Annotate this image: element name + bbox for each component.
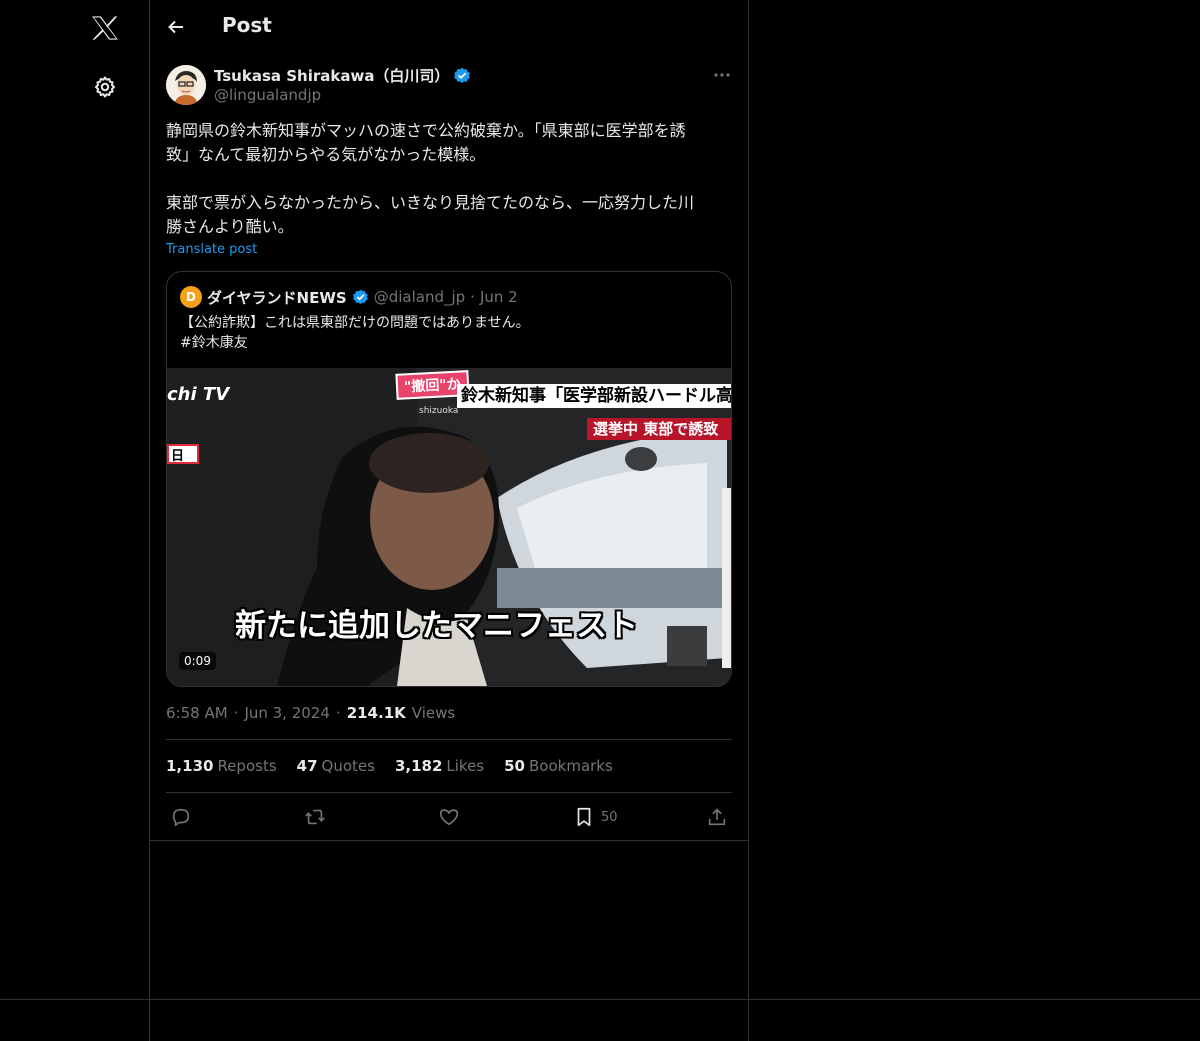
share-icon	[708, 808, 726, 826]
post-text-line: 致」なんて最初からやる気がなかった模様。	[166, 145, 486, 164]
post-text-line: 東部で票が入らなかったから、いきなり見捨てたのなら、一応努力した川	[166, 193, 695, 212]
like-button[interactable]	[438, 804, 460, 830]
reply-button[interactable]	[170, 804, 192, 830]
quoted-post-date[interactable]: Jun 2	[480, 288, 518, 306]
post-meta: 6:58 AM · Jun 3, 2024 · 214.1K Views	[166, 704, 455, 722]
banner-main: 鈴木新知事「医学部新設ハードル高	[457, 384, 731, 408]
quoted-post-header: D ダイヤランドNEWS @dialand_jp · Jun 2	[180, 286, 518, 308]
reposts-stat[interactable]: 1,130 Reposts	[166, 757, 277, 775]
likes-stat[interactable]: 3,182 Likes	[395, 757, 484, 775]
left-column-border	[149, 0, 150, 1041]
quoted-text-line: 【公約詐欺】これは県東部だけの問題ではありません。	[180, 315, 530, 331]
more-options-button[interactable]	[708, 64, 736, 86]
share-button[interactable]	[706, 804, 728, 830]
divider	[150, 840, 748, 841]
author-name[interactable]: Tsukasa Shirakawa（白川司）	[214, 65, 449, 86]
repost-icon	[305, 809, 325, 825]
back-button[interactable]	[162, 13, 190, 41]
divider	[166, 739, 732, 740]
post-time[interactable]: 6:58 AM	[166, 704, 228, 722]
separator-dot: ·	[470, 288, 475, 306]
views-label: Views	[411, 704, 456, 722]
quotes-stat[interactable]: 47 Quotes	[297, 757, 375, 775]
avatar[interactable]	[166, 65, 206, 105]
separator-dot: ·	[335, 704, 341, 722]
author-name-row[interactable]: Tsukasa Shirakawa（白川司）	[214, 65, 471, 86]
post-date[interactable]: Jun 3, 2024	[244, 704, 329, 722]
quoted-author-handle[interactable]: @dialand_jp	[374, 288, 465, 306]
left-tag: 日	[167, 444, 199, 464]
translate-post-link[interactable]: Translate post	[166, 242, 257, 257]
post-text: 静岡県の鈴木新知事がマッハの速さで公約破棄か。「県東部に医学部を誘 致」なんて最…	[166, 119, 732, 239]
bookmark-icon	[577, 807, 591, 827]
bookmarks-stat[interactable]: 50 Bookmarks	[504, 757, 613, 775]
quoted-avatar[interactable]: D	[180, 286, 202, 308]
banner-sub: 選挙中 東部で誘致	[587, 418, 731, 440]
quoted-post[interactable]: D ダイヤランドNEWS @dialand_jp · Jun 2 【公約詐欺】こ…	[166, 271, 732, 687]
video-caption: 新たに追加したマニフェスト	[235, 608, 638, 644]
arrow-left-icon	[168, 20, 183, 34]
post-stats: 1,130 Reposts 47 Quotes 3,182 Likes 50 Bookm…	[166, 757, 613, 775]
views-count: 214.1K	[346, 704, 406, 722]
quoted-author-name[interactable]: ダイヤランドNEWS	[207, 287, 347, 308]
video-duration: 0:09	[179, 652, 216, 670]
repost-button[interactable]	[304, 804, 326, 830]
separator-dot: ·	[233, 704, 239, 722]
divider	[166, 792, 732, 793]
page-title: Post	[222, 13, 272, 37]
bookmark-button[interactable]: 50	[573, 804, 618, 830]
bookmark-count: 50	[601, 809, 618, 825]
bottom-divider	[0, 999, 1200, 1000]
post-text-line: 勝さんより酷い。	[166, 217, 294, 236]
author-handle[interactable]: @lingualandjp	[214, 86, 321, 104]
banner-location: shizuoka	[419, 406, 459, 416]
more-horizontal-icon	[714, 73, 730, 77]
heart-icon	[439, 809, 459, 826]
verified-badge-icon	[454, 67, 471, 83]
post-text-line: 静岡県の鈴木新知事がマッハの速さで公約破棄か。「県東部に医学部を誘	[166, 121, 686, 140]
x-logo-icon[interactable]	[85, 8, 125, 48]
hashtag-link[interactable]: #鈴木康友	[180, 333, 530, 353]
quoted-post-text: 【公約詐欺】これは県東部だけの問題ではありません。 #鈴木康友	[180, 313, 530, 353]
gear-icon[interactable]	[88, 70, 122, 104]
video-player[interactable]: chi TV 日 "撤回"か shizuoka 鈴木新知事「医学部新設ハードル高…	[167, 368, 731, 686]
right-column-border	[748, 0, 749, 1041]
reply-icon	[172, 808, 190, 827]
verified-badge-icon	[352, 289, 368, 304]
station-logo: chi TV	[167, 384, 230, 405]
